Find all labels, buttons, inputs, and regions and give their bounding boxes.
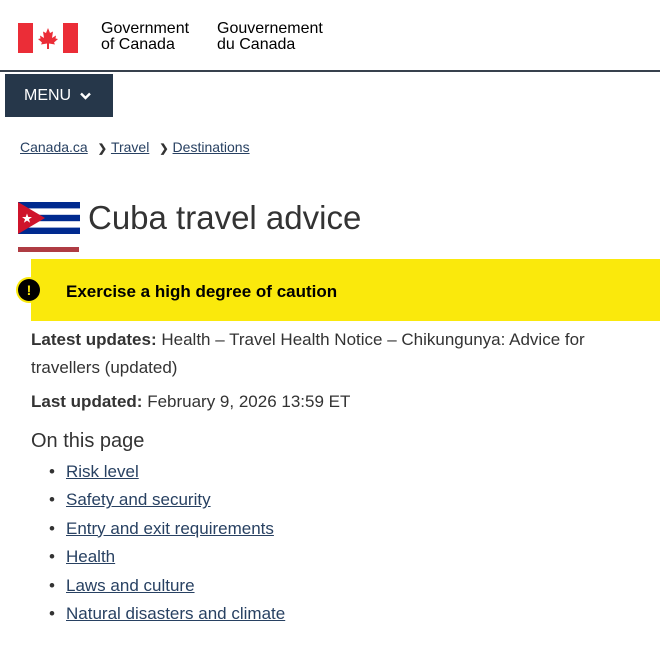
menu-button[interactable]: MENU: [5, 74, 113, 117]
list-item: Natural disasters and climate: [49, 602, 285, 630]
toc-link-natural-disasters[interactable]: Natural disasters and climate: [66, 604, 285, 623]
breadcrumb-chevron-icon: ❯: [159, 143, 169, 155]
toc-link-laws-culture[interactable]: Laws and culture: [66, 576, 195, 595]
last-updated-value: February 9, 2026 13:59 ET: [147, 392, 351, 411]
breadcrumb-chevron-icon: ❯: [97, 143, 107, 155]
cuba-flag-icon: [18, 202, 80, 234]
signature-english[interactable]: Government of Canada: [101, 21, 189, 53]
signature-en-line2: of Canada: [101, 36, 175, 53]
on-this-page-heading: On this page: [31, 430, 145, 452]
list-item: Entry and exit requirements: [49, 517, 285, 545]
signature-fr-line2: du Canada: [217, 36, 296, 53]
breadcrumb-travel[interactable]: Travel: [111, 139, 149, 155]
list-item: Laws and culture: [49, 574, 285, 602]
list-item: Safety and security: [49, 488, 285, 516]
latest-updates-label: Latest updates:: [31, 330, 157, 349]
signature-french[interactable]: Gouvernement du Canada: [217, 21, 323, 53]
last-updated: Last updated: February 9, 2026 13:59 ET: [31, 392, 350, 412]
title-underline: [18, 247, 79, 252]
breadcrumb: Canada.ca ❯ Travel ❯ Destinations: [20, 139, 250, 155]
chevron-down-icon: [80, 89, 91, 103]
menu-label: MENU: [24, 86, 72, 104]
last-updated-label: Last updated:: [31, 392, 143, 411]
toc-link-risk-level[interactable]: Risk level: [66, 462, 139, 481]
canada-flag-icon[interactable]: [18, 23, 78, 53]
toc-link-entry-exit[interactable]: Entry and exit requirements: [66, 519, 274, 538]
page-title: Cuba travel advice: [88, 199, 362, 236]
on-this-page-list: Risk level Safety and security Entry and…: [49, 460, 285, 630]
advisory-text: Exercise a high degree of caution: [66, 282, 338, 301]
breadcrumb-canada[interactable]: Canada.ca: [20, 139, 88, 155]
breadcrumb-destinations[interactable]: Destinations: [173, 139, 250, 155]
site-header: Government of Canada Gouvernement du Can…: [0, 0, 660, 72]
latest-updates: Latest updates: Health – Travel Health N…: [31, 326, 641, 382]
list-item: Risk level: [49, 460, 285, 488]
toc-link-safety[interactable]: Safety and security: [66, 490, 211, 509]
exclamation-icon: !: [18, 279, 40, 301]
list-item: Health: [49, 545, 285, 573]
toc-link-health[interactable]: Health: [66, 547, 115, 566]
signature-en-line1: Government: [101, 20, 190, 37]
signature-fr-line1: Gouvernement: [217, 20, 323, 37]
